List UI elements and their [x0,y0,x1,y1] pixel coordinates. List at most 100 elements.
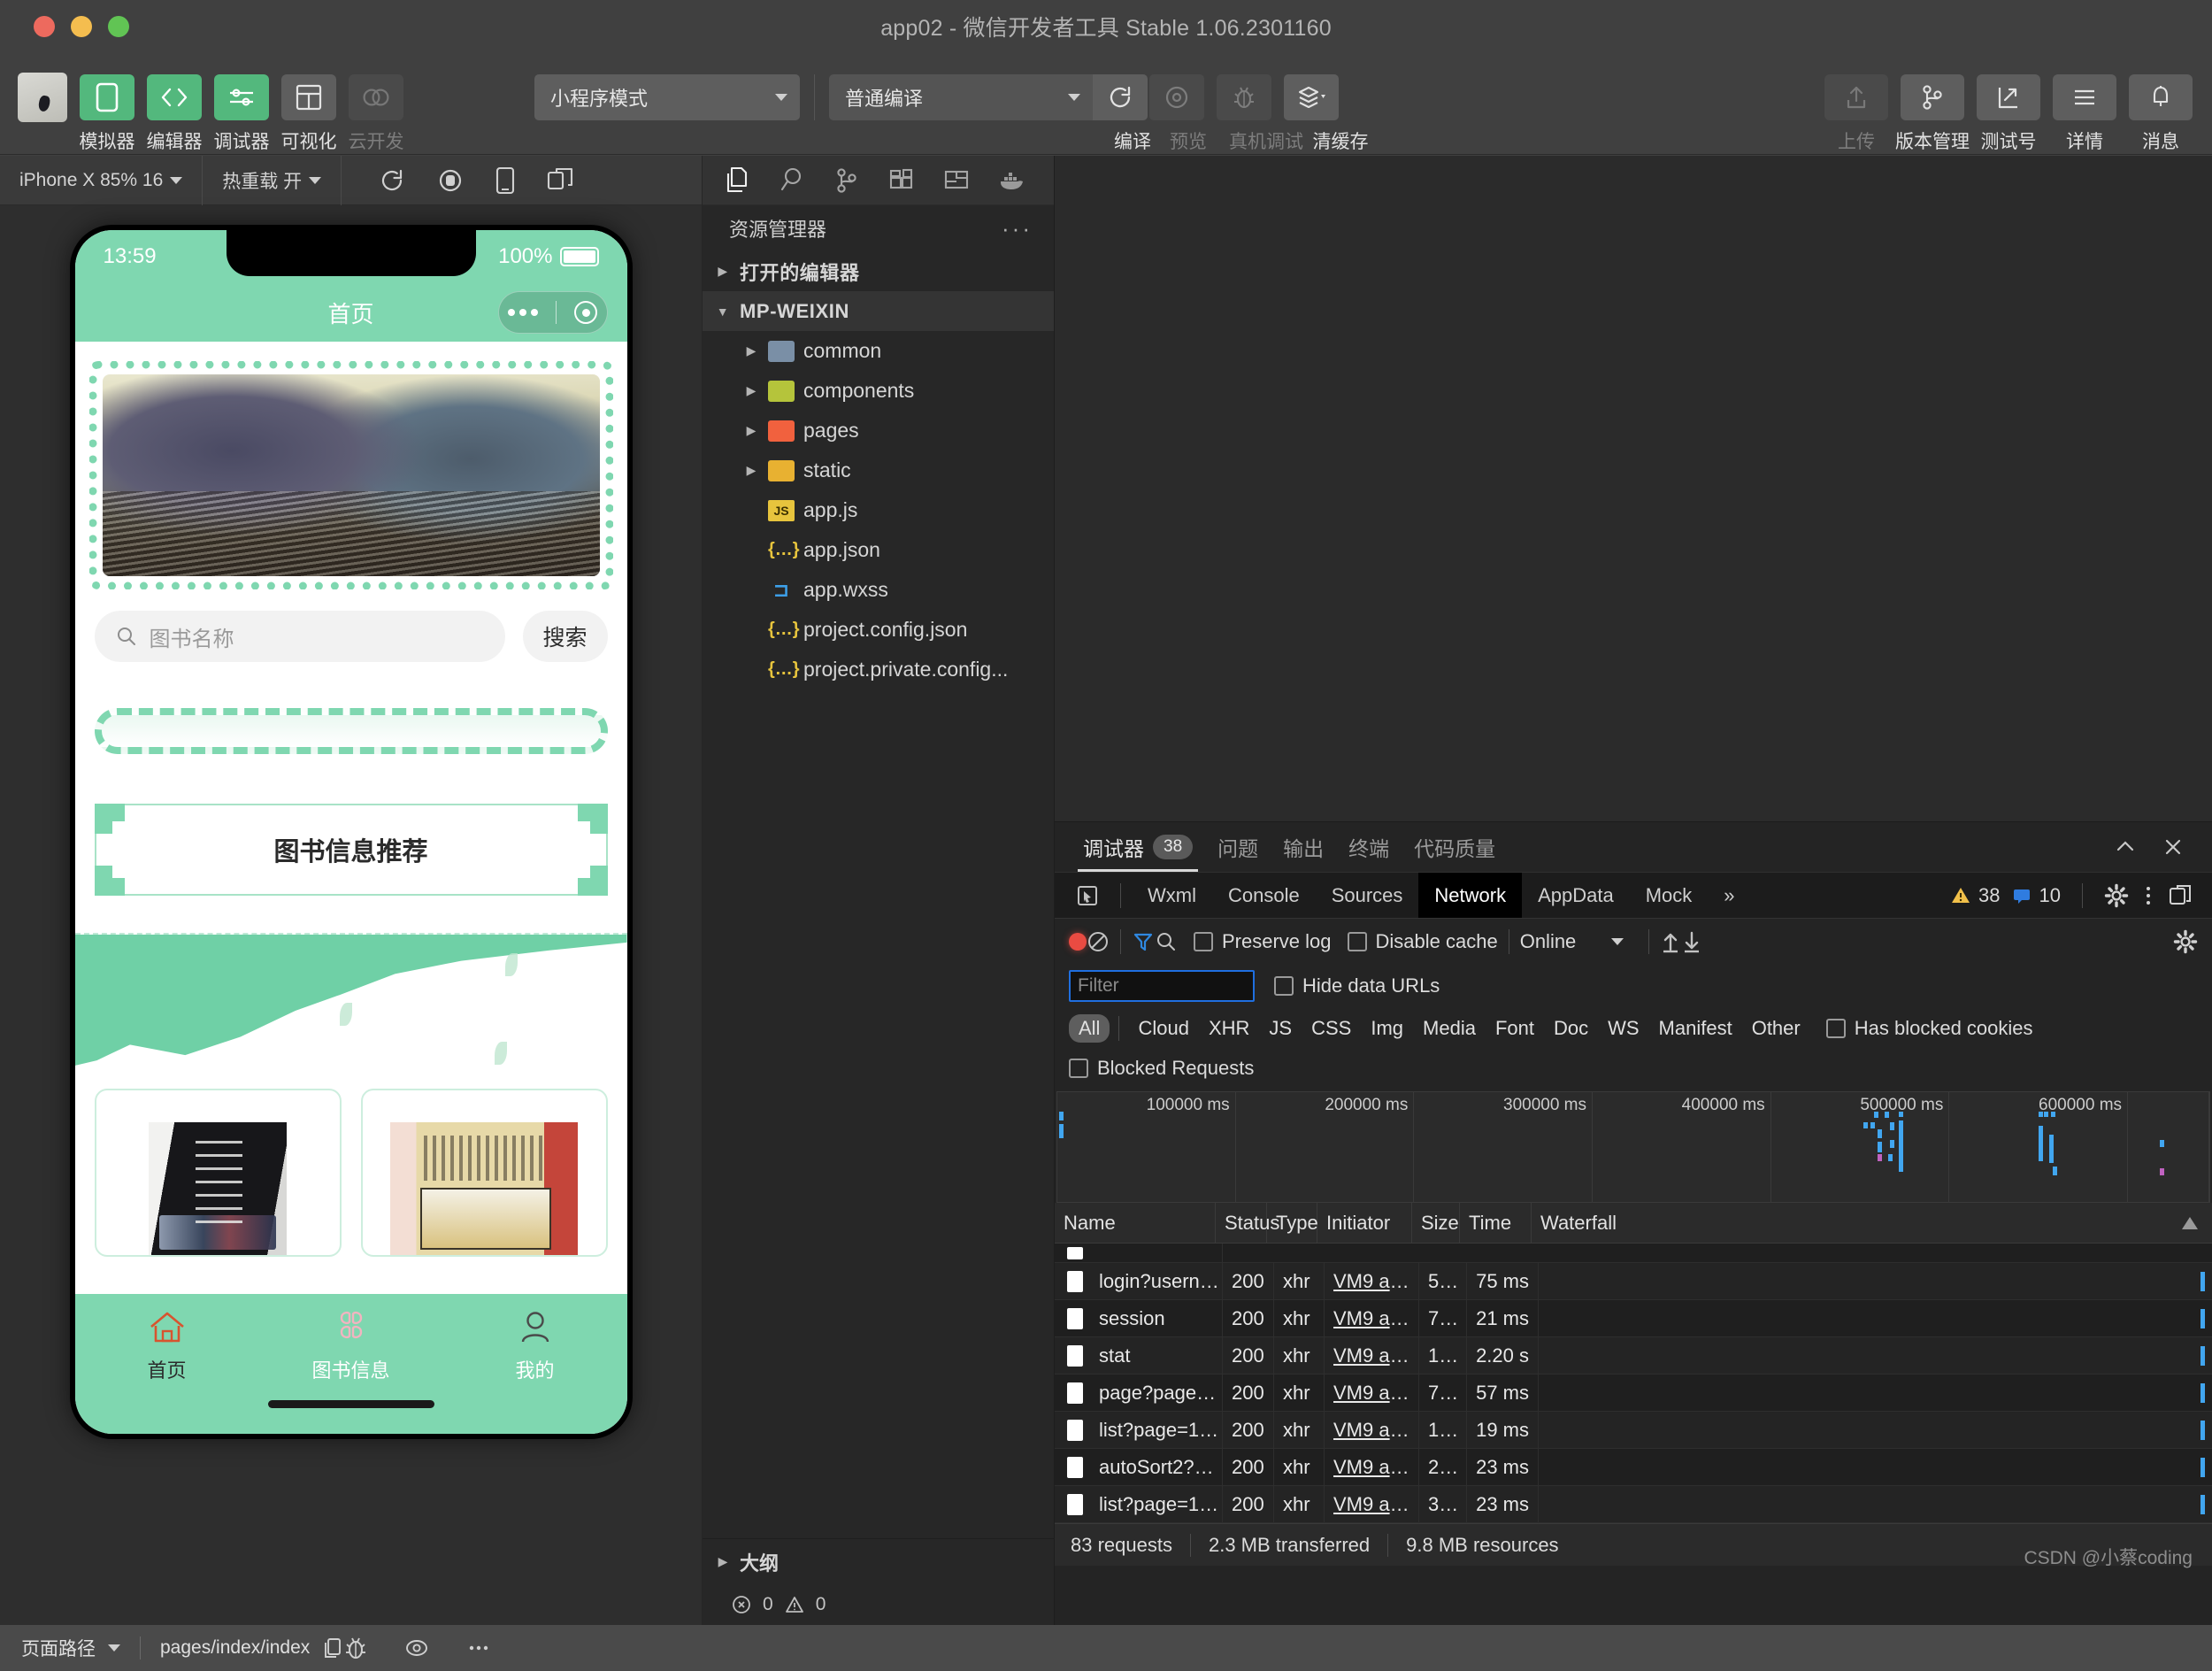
info-count[interactable]: 10 [2011,884,2061,907]
panel-tab-problems[interactable]: 问题 [1205,822,1271,872]
preview-button[interactable] [1149,74,1204,120]
cell-initiator[interactable]: VM9 asdeb… [1325,1374,1419,1412]
inspect-element-icon[interactable] [1065,873,1110,919]
code-icon[interactable] [147,74,202,120]
tree-section-mp-weixin[interactable]: ▼ MP-WEIXIN [703,291,1054,331]
real-device-debug-button[interactable] [1217,74,1271,120]
source-control-icon[interactable] [819,156,874,205]
menu-icon[interactable] [2053,74,2116,120]
compile-select[interactable]: 普通编译 [829,74,1093,120]
type-filter-doc[interactable]: Doc [1544,1014,1598,1043]
tab-mine[interactable]: 我的 [443,1309,627,1383]
type-filter-cloud[interactable]: Cloud [1128,1014,1198,1043]
table-row[interactable]: autoSort2?page=1&limi… 200 xhr VM9 asdeb… [1055,1448,2212,1486]
tab-sources[interactable]: Sources [1316,878,1419,913]
tab-wxml[interactable]: Wxml [1132,878,1212,913]
search-icon[interactable] [764,156,819,205]
column-waterfall[interactable]: Waterfall [1532,1203,2212,1244]
sliders-icon[interactable] [214,74,269,120]
device-select[interactable]: iPhone X 85% 16 [0,155,204,205]
cell-initiator[interactable]: VM9 asdeb… [1325,1448,1419,1486]
tab-more-icon[interactable]: » [1708,878,1750,913]
cell-initiator[interactable]: VM9 asdeb… [1325,1336,1419,1375]
split-icon[interactable] [929,156,984,205]
dock-side-icon[interactable] [2168,883,2193,908]
tree-item-static[interactable]: ▶ static [703,450,1054,490]
column-initiator[interactable]: Initiator [1317,1203,1412,1244]
column-status[interactable]: Status [1216,1203,1279,1244]
table-row[interactable]: list?page=1&limit=6 200 xhr VM9 asdeb… 3… [1055,1485,2212,1523]
type-filter-other[interactable]: Other [1742,1014,1810,1043]
column-time[interactable]: Time [1460,1203,1532,1244]
extensions-icon[interactable] [874,156,929,205]
kebab-menu-icon[interactable] [2139,883,2157,908]
type-filter-img[interactable]: Img [1361,1014,1413,1043]
tab-mock[interactable]: Mock [1630,878,1709,913]
panel-tab-terminal[interactable]: 终端 [1336,822,1402,872]
phone-icon[interactable] [80,74,134,120]
record-icon[interactable] [437,167,464,194]
type-filter-all[interactable]: All [1069,1014,1110,1043]
type-filter-xhr[interactable]: XHR [1199,1014,1259,1043]
type-filter-css[interactable]: CSS [1302,1014,1361,1043]
search-button[interactable]: 搜索 [522,611,608,662]
checkbox[interactable] [1825,1019,1846,1038]
outline-section[interactable]: ▶ 大纲 [703,1538,1054,1584]
external-link-icon[interactable] [1977,74,2040,120]
tree-item-app-json[interactable]: ▶ {…} app.json [703,530,1054,570]
toolbar-debugger[interactable]: 调试器 [214,60,270,154]
docker-icon[interactable] [984,156,1039,205]
table-row[interactable]: stat 200 xhr VM9 asdeb… 178 B 2.20 s [1055,1336,2212,1375]
tree-item-project-private-config[interactable]: ▶ {…} project.private.config... [703,650,1054,689]
toolbar-cloud[interactable]: 云开发 [349,60,404,154]
tab-home[interactable]: 首页 [75,1309,259,1383]
tree-item-project-config[interactable]: ▶ {…} project.config.json [703,610,1054,650]
toolbar-visualize[interactable]: 可视化 [281,60,337,154]
column-name[interactable]: Name [1055,1203,1216,1244]
import-har-icon[interactable] [1660,930,1681,953]
checkbox[interactable] [1347,931,1367,951]
project-avatar[interactable] [18,73,67,122]
mode-select[interactable]: 小程序模式 [534,74,800,120]
record-button[interactable] [1069,932,1087,951]
search-icon[interactable] [1155,930,1178,953]
hide-data-urls-checkbox[interactable]: Hide data URLs [1274,974,1440,997]
multi-window-icon[interactable] [547,167,573,194]
bug-icon[interactable] [343,1635,368,1661]
chevron-down-icon[interactable] [108,1644,120,1652]
eye-icon[interactable] [403,1636,430,1659]
table-row[interactable]: session 200 xhr VM9 asdeb… 735 B 21 ms [1055,1299,2212,1337]
tree-item-common[interactable]: ▶ common [703,331,1054,371]
problems-status[interactable]: 0 0 [703,1584,1054,1625]
toolbar-version-control[interactable]: 版本管理 [1895,60,1970,154]
copy-icon[interactable] [322,1636,343,1659]
more-icon[interactable] [465,1636,492,1659]
tab-console[interactable]: Console [1212,878,1316,913]
blocked-requests-checkbox[interactable]: Blocked Requests [1069,1057,1254,1080]
files-icon[interactable] [710,156,764,205]
type-filter-font[interactable]: Font [1486,1014,1544,1043]
tab-books[interactable]: 图书信息 [259,1309,443,1383]
network-settings-gear-icon[interactable] [2173,929,2198,954]
toolbar-simulator[interactable]: 模拟器 [80,60,135,154]
clear-cache-button[interactable] [1284,74,1339,120]
page-path-label[interactable]: 页面路径 [21,1635,96,1661]
table-row[interactable]: list?page=1&limit=6 200 xhr VM9 asdeb… 1… [1055,1411,2212,1449]
checkbox[interactable] [1274,976,1294,996]
tab-network[interactable]: Network [1418,872,1523,919]
type-filter-ws[interactable]: WS [1598,1014,1648,1043]
layout-icon[interactable] [281,74,336,120]
column-type[interactable]: Type [1267,1203,1318,1244]
toolbar-editor[interactable]: 编辑器 [147,60,203,154]
chevron-down-icon[interactable] [1611,937,1624,945]
table-row-partial[interactable] [1055,1244,2212,1263]
cell-initiator[interactable]: VM9 asdeb… [1325,1299,1419,1337]
more-icon[interactable] [507,309,538,316]
tree-section-open-editors[interactable]: ▶ 打开的编辑器 [703,251,1054,291]
has-blocked-cookies-checkbox[interactable]: Has blocked cookies [1825,1017,2033,1040]
type-filter-manifest[interactable]: Manifest [1649,1014,1742,1043]
panel-tab-code-quality[interactable]: 代码质量 [1402,822,1508,872]
filter-input[interactable]: Filter [1069,970,1255,1002]
book-card[interactable] [360,1089,608,1257]
panel-tab-output[interactable]: 输出 [1271,822,1336,872]
